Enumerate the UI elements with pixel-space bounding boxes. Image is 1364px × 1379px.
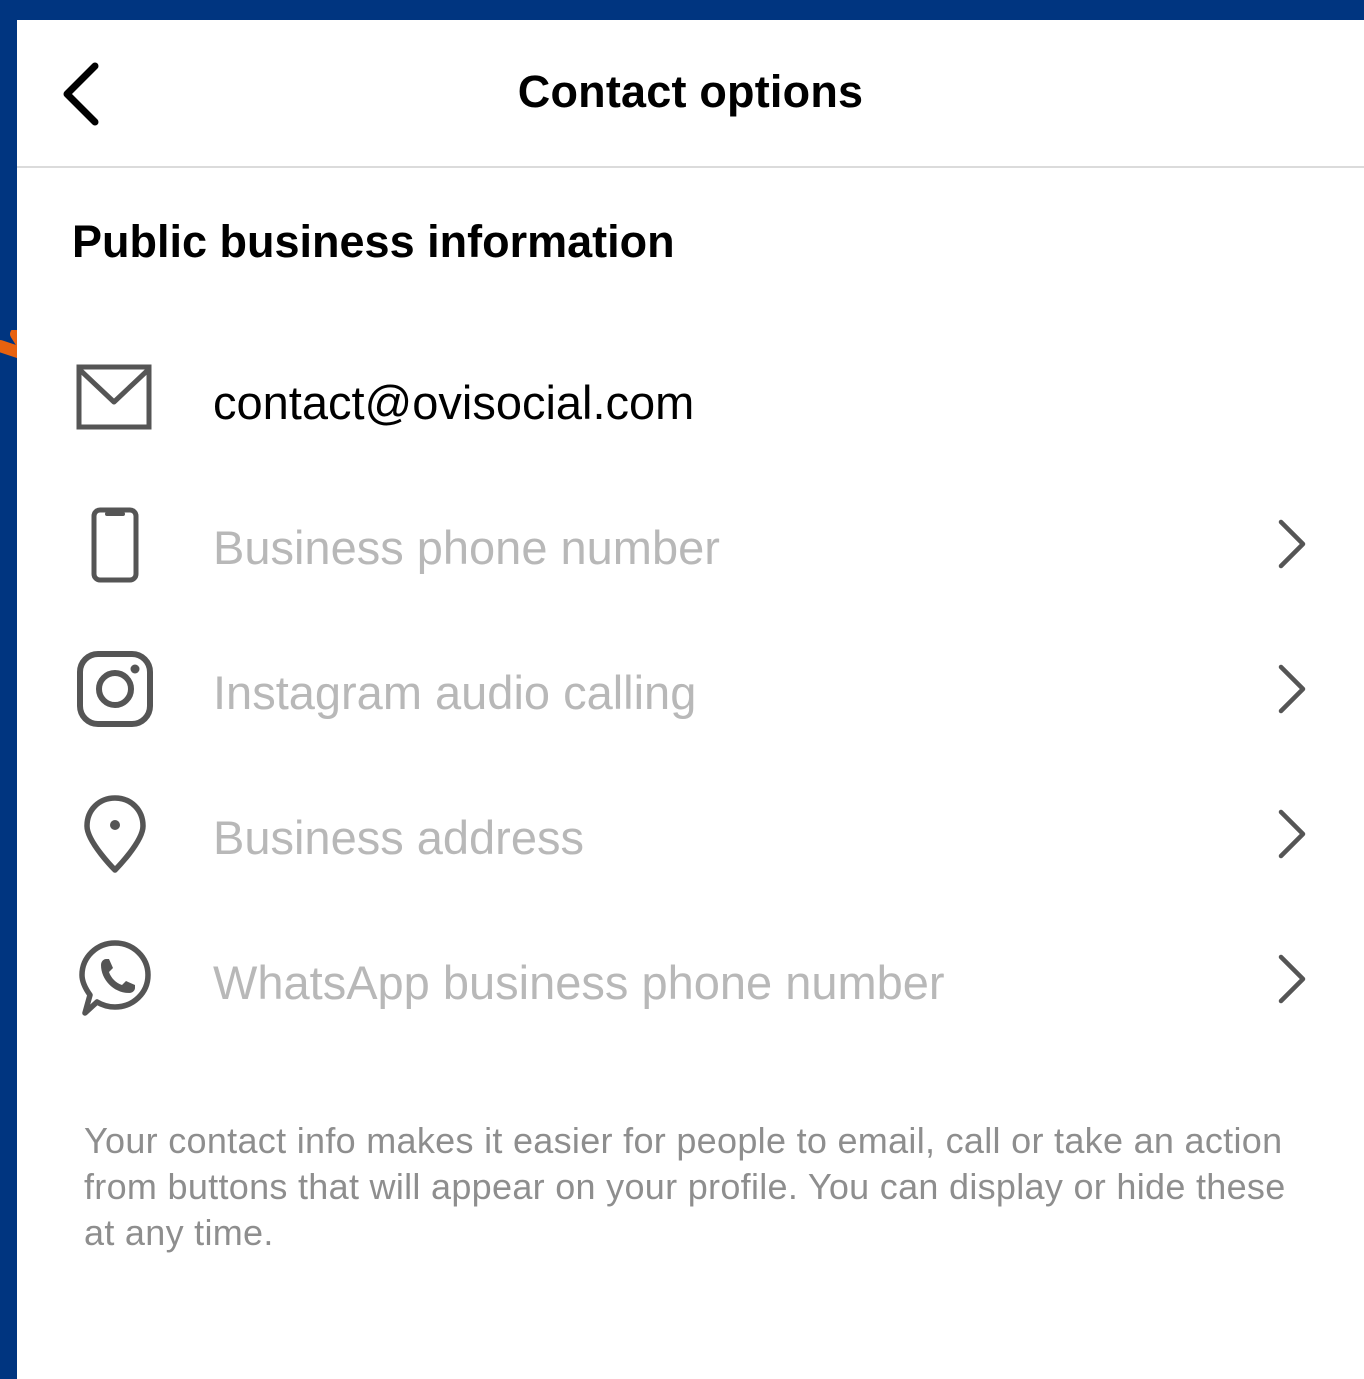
- email-row[interactable]: contact@ovisocial.com: [17, 337, 1364, 457]
- business-address-label: Business address: [213, 811, 584, 864]
- instagram-audio-calling-row[interactable]: Instagram audio calling: [17, 627, 1364, 747]
- business-phone-label: Business phone number: [213, 521, 720, 574]
- contact-info-footnote: Your contact info makes it easier for pe…: [84, 1120, 1286, 1253]
- location-pin-icon: [84, 795, 146, 873]
- whatsapp-phone-row[interactable]: WhatsApp business phone number: [17, 917, 1364, 1037]
- email-icon: [76, 364, 152, 430]
- chevron-right-icon: [1278, 954, 1306, 1004]
- whatsapp-phone-label: WhatsApp business phone number: [213, 956, 945, 1009]
- whatsapp-icon: [79, 940, 151, 1016]
- instagram-icon: [77, 651, 153, 727]
- section-title: Public business information: [72, 216, 675, 267]
- phone-icon: [91, 507, 139, 583]
- business-phone-row[interactable]: Business phone number: [17, 482, 1364, 602]
- instagram-audio-calling-label: Instagram audio calling: [213, 666, 697, 719]
- chevron-right-icon: [1278, 519, 1306, 569]
- page-title: Contact options: [517, 66, 864, 117]
- top-bar: Contact options: [17, 20, 1364, 168]
- chevron-right-icon: [1278, 809, 1306, 859]
- business-address-row[interactable]: Business address: [17, 772, 1364, 892]
- contact-options-screen: Contact options Public business informat…: [17, 20, 1364, 1379]
- email-value: contact@ovisocial.com: [213, 376, 695, 429]
- chevron-right-icon: [1278, 664, 1306, 714]
